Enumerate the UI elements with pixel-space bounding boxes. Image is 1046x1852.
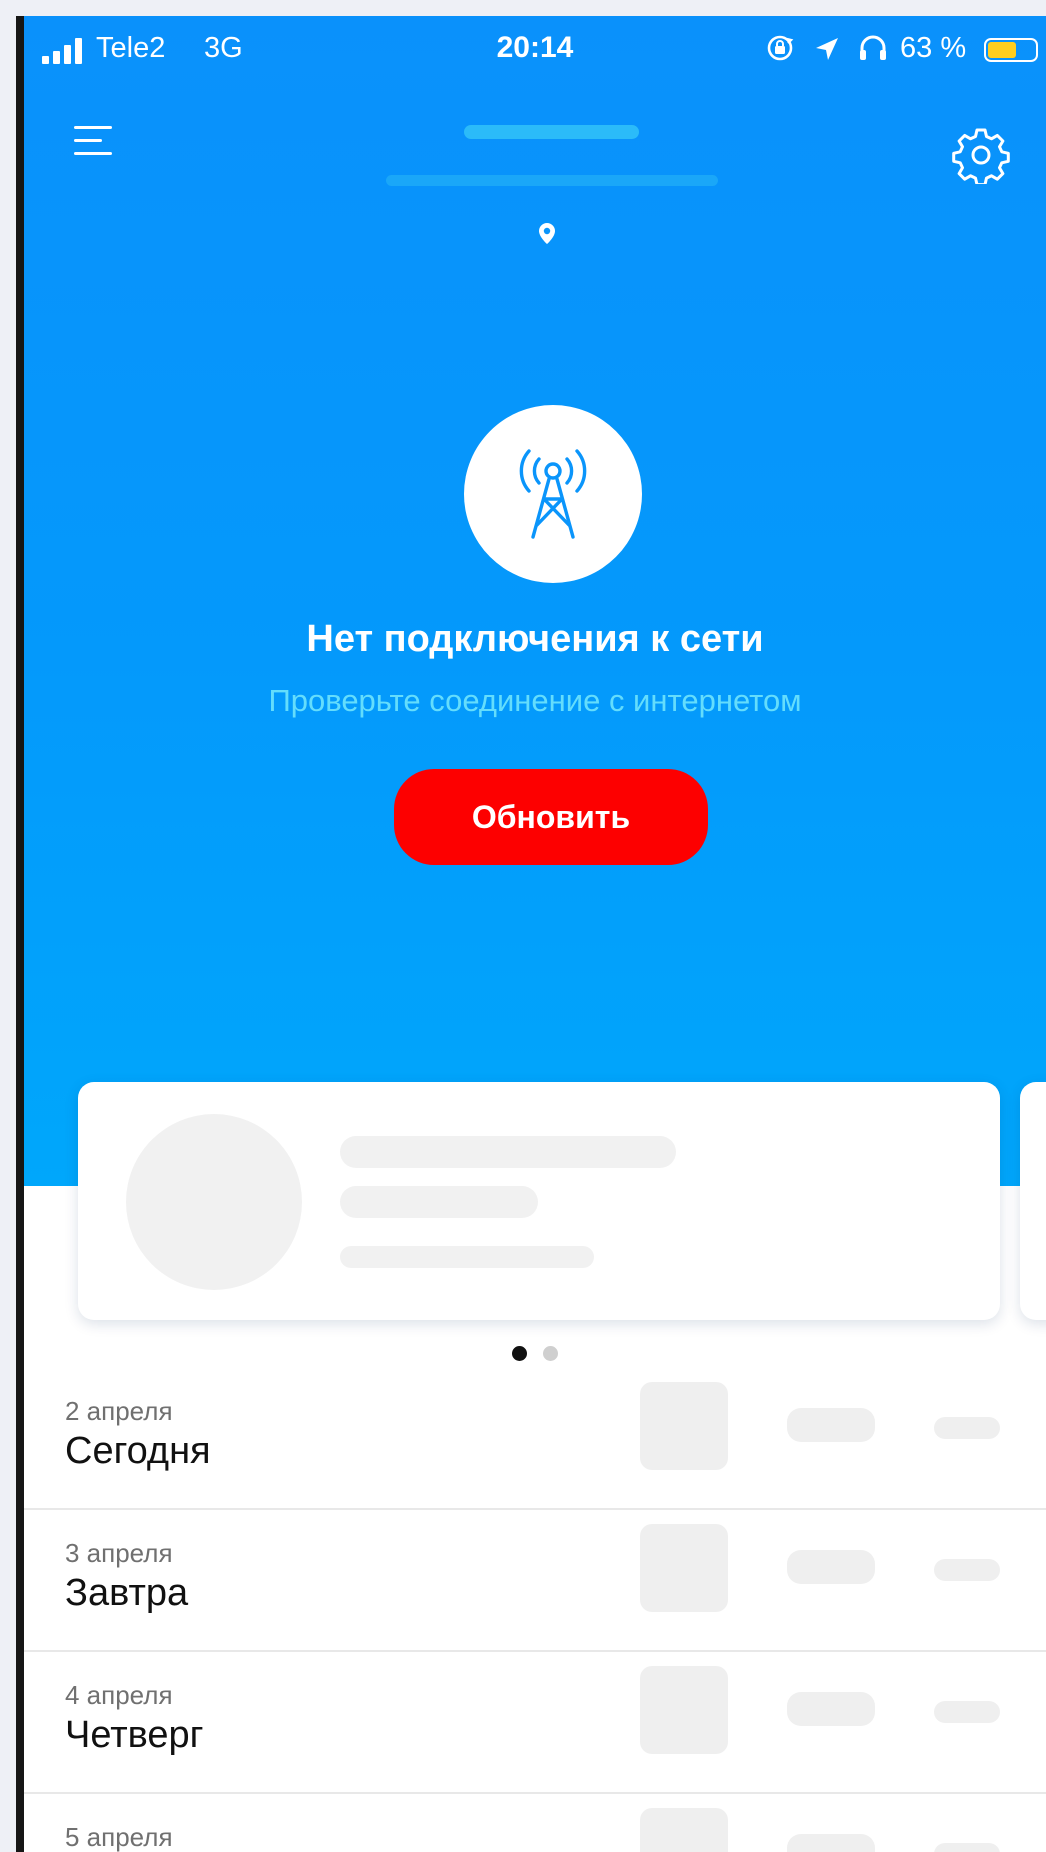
forecast-date: 3 апреля [65, 1538, 173, 1568]
forecast-row[interactable]: 2 апреля Сегодня [24, 1368, 1046, 1510]
temperature-placeholder [934, 1417, 1000, 1439]
temperature-placeholder [934, 1559, 1000, 1581]
avatar-placeholder [126, 1114, 302, 1290]
refresh-button[interactable]: Обновить [394, 769, 708, 865]
app-screen: Tele2 3G 20:14 63 % Нет подключения к се… [24, 16, 1046, 1852]
location-arrow-icon [816, 38, 838, 60]
offline-title: Нет подключения к сети [306, 618, 764, 660]
temperature-placeholder [787, 1834, 875, 1852]
forecast-row[interactable]: 4 апреля Четверг [24, 1652, 1046, 1794]
weather-icon-placeholder [640, 1524, 728, 1612]
next-card-placeholder[interactable] [1020, 1082, 1046, 1320]
forecast-date: 2 апреля [65, 1396, 173, 1426]
forecast-row[interactable]: 5 апреля [24, 1794, 1046, 1852]
location-title-placeholder [464, 125, 639, 139]
headphones-icon [860, 35, 886, 60]
weather-icon-placeholder [640, 1808, 728, 1852]
page-dot-active[interactable] [511, 1346, 527, 1361]
text-line-placeholder [340, 1136, 676, 1168]
location-pin-icon [539, 223, 555, 244]
offline-subtitle: Проверьте соединение с интернетом [268, 683, 802, 718]
offline-icon-badge [464, 405, 642, 583]
radio-tower-icon [519, 449, 587, 539]
temperature-placeholder [934, 1701, 1000, 1723]
battery-icon [984, 38, 1038, 62]
temperature-placeholder [787, 1550, 875, 1584]
rotation-lock-icon [767, 35, 794, 61]
forecast-day: Четверг [65, 1714, 204, 1756]
temperature-placeholder [934, 1843, 1000, 1852]
forecast-date: 4 апреля [65, 1680, 173, 1710]
page-dot[interactable] [543, 1346, 559, 1361]
carousel-pagination [24, 1346, 1046, 1362]
text-line-placeholder [340, 1186, 538, 1218]
phone-frame: Tele2 3G 20:14 63 % Нет подключения к се… [16, 16, 1046, 1852]
status-bar: Tele2 3G 20:14 63 % [24, 16, 1046, 82]
text-line-placeholder [340, 1246, 594, 1268]
location-subtitle-placeholder [386, 175, 718, 186]
forecast-row[interactable]: 3 апреля Завтра [24, 1510, 1046, 1652]
weather-icon-placeholder [640, 1666, 728, 1754]
forecast-day: Сегодня [65, 1430, 211, 1472]
status-right: 63 % [766, 30, 1046, 66]
hero-section: Tele2 3G 20:14 63 % Нет подключения к се… [24, 16, 1046, 1186]
temperature-placeholder [787, 1408, 875, 1442]
forecast-date: 5 апреля [65, 1822, 173, 1852]
gear-icon[interactable] [952, 126, 1010, 184]
weather-icon-placeholder [640, 1382, 728, 1470]
battery-percent: 63 % [900, 32, 967, 64]
battery-level [988, 42, 1016, 58]
menu-icon[interactable] [68, 116, 116, 156]
weather-card-placeholder[interactable] [78, 1082, 1000, 1320]
forecast-day: Завтра [65, 1572, 189, 1614]
temperature-placeholder [787, 1692, 875, 1726]
